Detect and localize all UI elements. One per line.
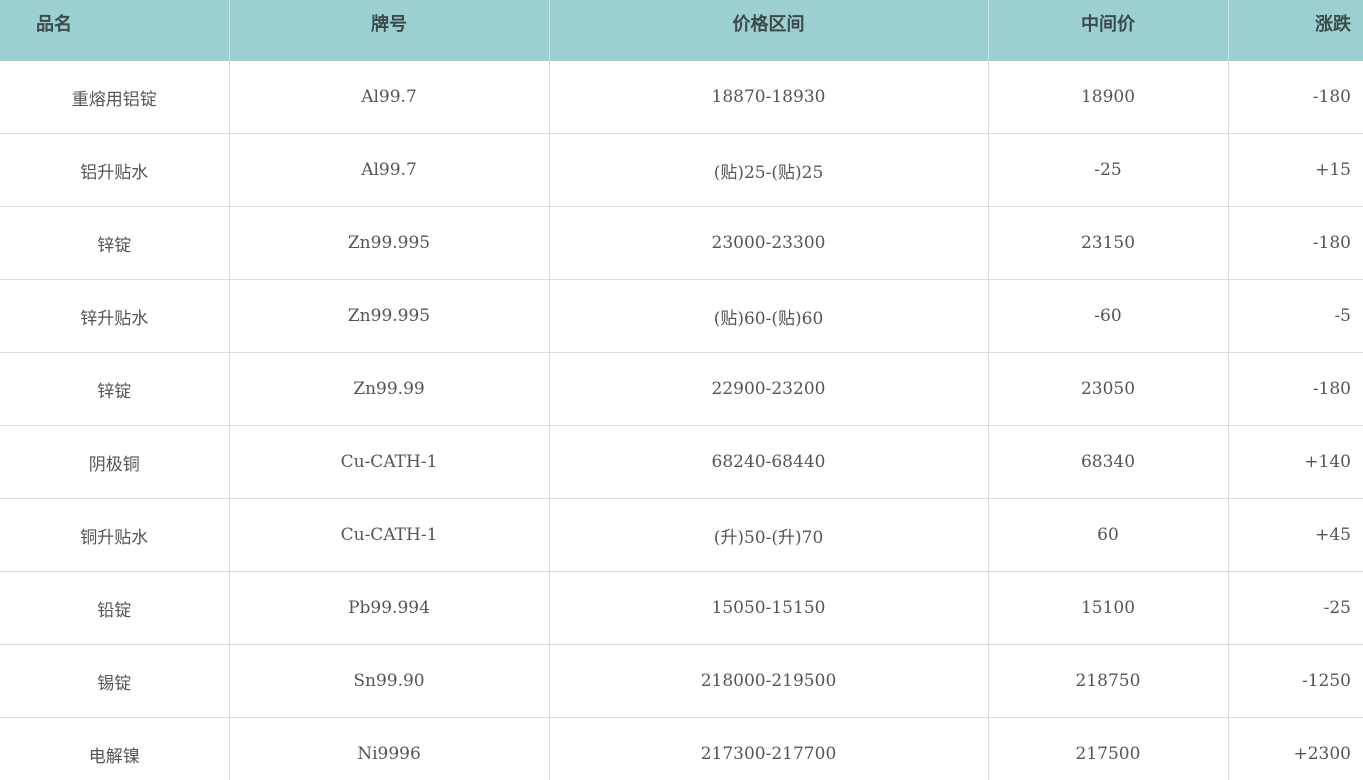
product-name: 铅锭	[97, 600, 132, 621]
cell-price-range: (升)50-(升)70	[549, 498, 989, 572]
cell-price-range: 68240-68440	[549, 425, 989, 499]
table-row: 锡锭 Sn99.90 218000-219500 218750 -1250	[0, 644, 1363, 718]
cell-name: 电解镍	[0, 717, 230, 780]
cell-price-range: (贴)25-(贴)25	[549, 133, 989, 207]
cell-price-range: (贴)60-(贴)60	[549, 279, 989, 353]
column-header-grade: 牌号	[229, 0, 550, 61]
table-row: 重熔用铝锭 Al99.7 18870-18930 18900 -180	[0, 61, 1363, 134]
cell-price-range: 218000-219500	[549, 644, 989, 718]
cell-grade: Zn99.995	[229, 279, 550, 353]
column-header-mid: 中间价	[988, 0, 1229, 61]
cell-change: -180	[1228, 61, 1363, 134]
cell-name: 阴极铜	[0, 425, 230, 499]
product-name: 锌锭	[97, 235, 132, 256]
table-row: 锌锭 Zn99.995 23000-23300 23150 -180	[0, 206, 1363, 280]
cell-grade: Pb99.994	[229, 571, 550, 645]
table-row: 铝升贴水 Al99.7 (贴)25-(贴)25 -25 +15	[0, 133, 1363, 207]
cell-price-range: 22900-23200	[549, 352, 989, 426]
cell-change: +15	[1228, 133, 1363, 207]
cell-change: +2300	[1293, 744, 1351, 764]
table-header: 品名 牌号 价格区间 中间价 涨跌	[0, 0, 1363, 61]
cell-grade: Sn99.90	[229, 644, 550, 718]
cell-change: -1250	[1228, 644, 1363, 718]
cell-price-range: 23000-23300	[549, 206, 989, 280]
cell-grade: Al99.7	[229, 133, 550, 207]
cell-mid-price: -25	[988, 133, 1229, 207]
cell-price-range: 18870-18930	[549, 61, 989, 134]
cell-mid-price: 60	[988, 498, 1229, 572]
product-name: 锡锭	[97, 673, 132, 694]
cell-change: +45	[1228, 498, 1363, 572]
cell-mid-price: 68340	[988, 425, 1229, 499]
cell-mid-price: 15100	[988, 571, 1229, 645]
cell-grade: Ni9996	[229, 717, 550, 780]
column-header-range: 价格区间	[549, 0, 989, 61]
cell-grade: Cu-CATH-1	[229, 498, 550, 572]
cell-change: -25	[1228, 571, 1363, 645]
column-header-change: 涨跌	[1228, 0, 1363, 61]
cell-price-range: 15050-15150	[549, 571, 989, 645]
cell-grade: Zn99.99	[229, 352, 550, 426]
cell-name: 重熔用铝锭	[0, 61, 230, 134]
cell-mid-price: 218750	[988, 644, 1229, 718]
table-body: 重熔用铝锭 Al99.7 18870-18930 18900 -180 铝升贴水 Al99.…	[0, 61, 1363, 780]
table-row: 锌升贴水 Zn99.995 (贴)60-(贴)60 -60 -5	[0, 279, 1363, 353]
table-row: 电解镍 Ni9996 217300-217700 217500 +2300	[0, 717, 1363, 780]
cell-change: +140	[1228, 425, 1363, 499]
product-name: 阴极铜	[88, 454, 140, 475]
cell-change: -180	[1228, 352, 1363, 426]
cell-name: 锡锭	[0, 644, 230, 718]
product-name: 铝升贴水	[80, 162, 149, 183]
cell-mid-price: 23050	[988, 352, 1229, 426]
cell-price-range: 217300-217700	[549, 717, 989, 780]
table-row: 铜升贴水 Cu-CATH-1 (升)50-(升)70 60 +45	[0, 498, 1363, 572]
cell-name: 锌锭	[0, 352, 230, 426]
product-name: 锌锭	[97, 381, 132, 402]
cell-grade: Zn99.995	[229, 206, 550, 280]
cell-mid-price: 23150	[988, 206, 1229, 280]
cell-name: 锌锭	[0, 206, 230, 280]
cell-name: 铅锭	[0, 571, 230, 645]
price-table: 品名 牌号 价格区间 中间价 涨跌 重熔用铝锭 Al99.7 18870-18930…	[0, 0, 1363, 780]
table-row: 阴极铜 Cu-CATH-1 68240-68440 68340 +140	[0, 425, 1363, 499]
cell-mid-price: -60	[988, 279, 1229, 353]
cell-name: 锌升贴水	[0, 279, 230, 353]
product-name: 锌升贴水	[80, 308, 149, 329]
header-row: 品名 牌号 价格区间 中间价 涨跌	[0, 0, 1363, 61]
cell-grade: Al99.7	[229, 61, 550, 134]
cell-grade: Cu-CATH-1	[229, 425, 550, 499]
cell-mid-price: 18900	[988, 61, 1229, 134]
cell-change: -5	[1228, 279, 1363, 353]
cell-name: 铜升贴水	[0, 498, 230, 572]
product-name: 铜升贴水	[80, 527, 149, 548]
column-header-name: 品名	[0, 0, 230, 61]
product-name: 重熔用铝锭	[71, 89, 157, 110]
table-row: 锌锭 Zn99.99 22900-23200 23050 -180	[0, 352, 1363, 426]
cell-mid-price: 217500	[988, 717, 1229, 780]
table-row: 铅锭 Pb99.994 15050-15150 15100 -25	[0, 571, 1363, 645]
cell-change: -180	[1228, 206, 1363, 280]
product-name: 电解镍	[88, 746, 140, 767]
cell-name: 铝升贴水	[0, 133, 230, 207]
